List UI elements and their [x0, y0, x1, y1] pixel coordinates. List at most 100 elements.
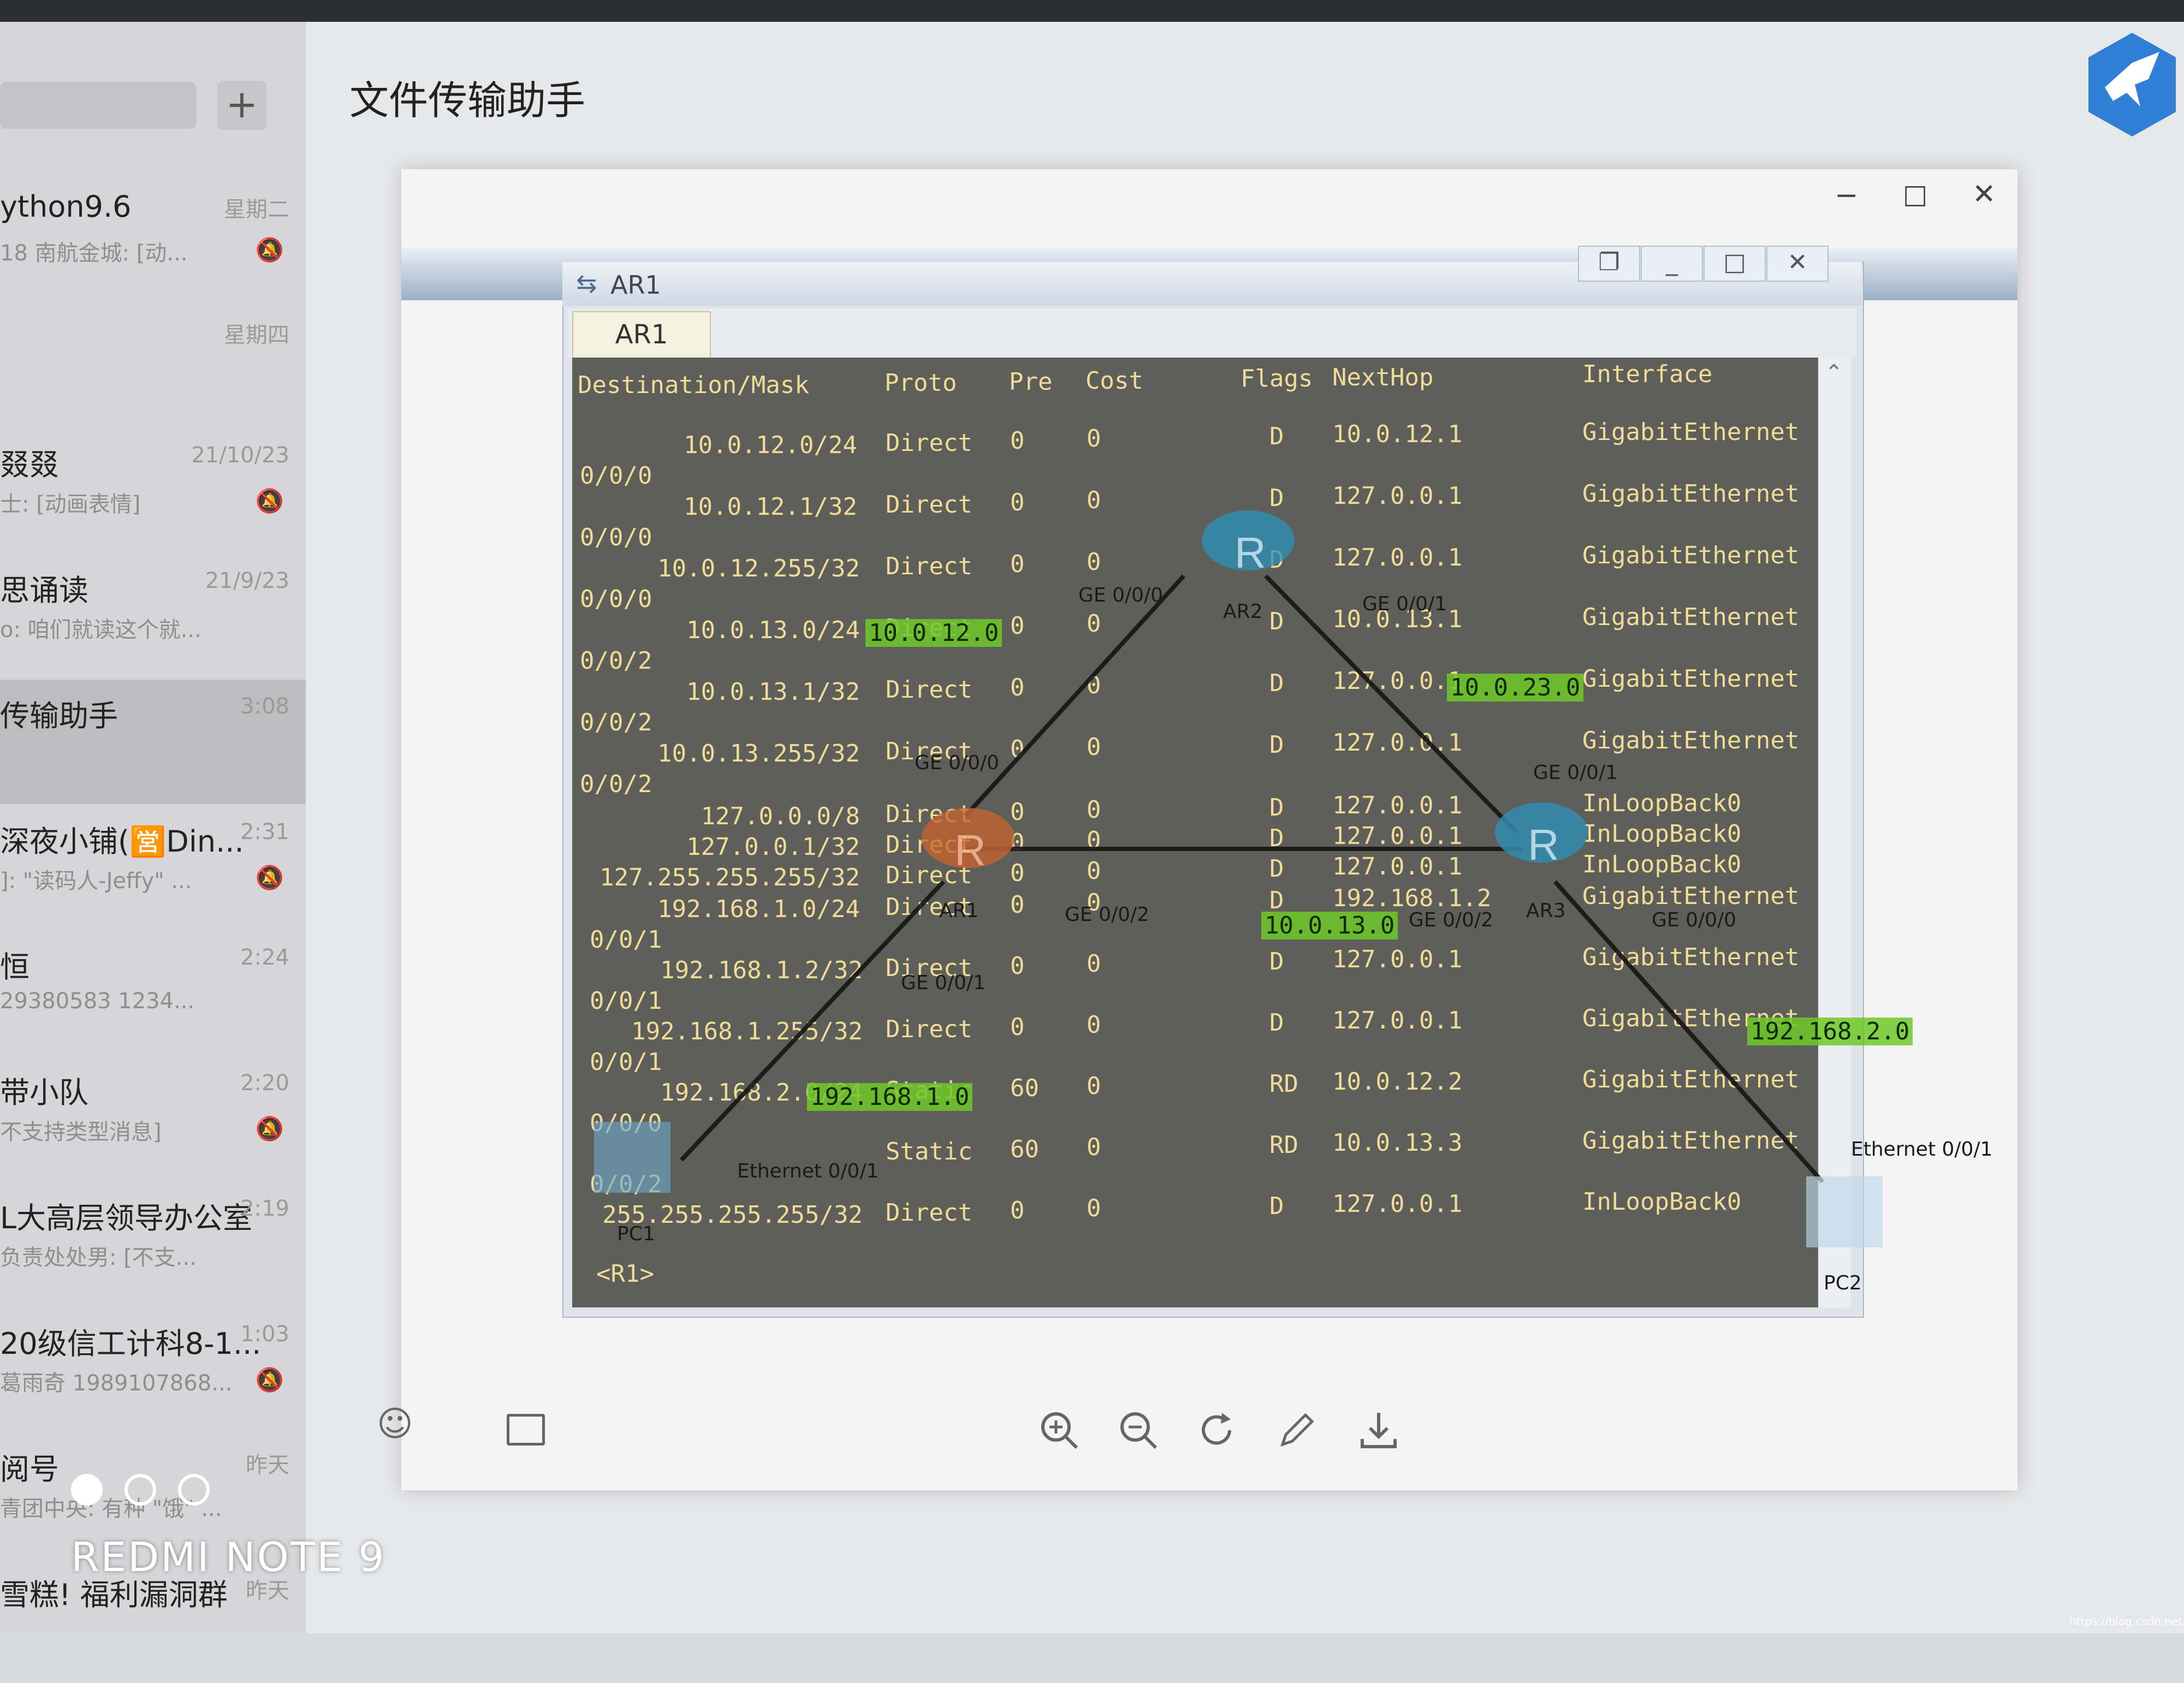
viewer-close-button[interactable]: ✕	[1972, 178, 1996, 211]
app-logo-icon	[2088, 33, 2176, 136]
ar2-label: AR2	[1223, 600, 1263, 623]
chat-list-item[interactable]: 深夜小铺(🈺Din... 2:31]: "读码人-Jeffy" ... 🔕	[0, 805, 306, 930]
chat-time: 21/10/23	[191, 443, 289, 468]
mute-bell-icon: 🔕	[255, 864, 284, 891]
chat-time: 2:24	[240, 945, 289, 970]
chat-time: 星期四	[224, 323, 289, 348]
mute-bell-icon: 🔕	[255, 487, 284, 514]
terminal-icon: ⇆	[576, 269, 597, 298]
chat-list-item[interactable]: 传输助手 3:08	[0, 680, 306, 804]
ar1-label: AR1	[939, 900, 979, 922]
port-pc2-eth: Ethernet 0/0/1	[1851, 1138, 1993, 1161]
monitor-bezel	[0, 0, 2184, 22]
router-ar3-icon: R	[1495, 802, 1588, 869]
edit-icon[interactable]	[1275, 1408, 1319, 1452]
subnet-192-168-1-0: 192.168.1.0	[807, 1083, 973, 1111]
ar3-label: AR3	[1526, 900, 1566, 922]
download-icon[interactable]	[1357, 1408, 1400, 1452]
svg-text:R: R	[1528, 820, 1559, 869]
router-ar2-icon: R	[1202, 510, 1295, 577]
camera-watermark: REDMI NOTE 9	[71, 1534, 386, 1581]
chat-list-item[interactable]: ython9.6 星期二 18 南航金城: [动... 🔕	[0, 177, 306, 302]
port-ar1-right: GE 0/0/2	[1065, 903, 1150, 926]
mute-bell-icon: 🔕	[255, 236, 284, 263]
chat-time: 昨天	[246, 1453, 289, 1478]
cli-close-button[interactable]: ✕	[1766, 246, 1829, 282]
port-ar1-bottom: GE 0/0/1	[901, 972, 986, 994]
port-ar3-left: GE 0/0/2	[1409, 909, 1494, 931]
chat-time: 3:08	[240, 694, 289, 719]
viewer-maximize-button[interactable]: □	[1903, 179, 1927, 210]
port-ar1-top: GE 0/0/0	[915, 752, 1000, 774]
pc1-label: PC1	[617, 1223, 655, 1245]
subnet-10-0-13-0: 10.0.13.0	[1261, 912, 1398, 939]
cli-maximize-button[interactable]: □	[1704, 246, 1766, 282]
link-ar1-pc1	[680, 880, 945, 1162]
chat-preview: 29380583 1234...	[0, 989, 195, 1014]
viewer-minimize-button[interactable]: −	[1835, 179, 1859, 212]
chat-list-item[interactable]: 星期四	[0, 303, 306, 427]
emoji-icon[interactable]: ☺	[377, 1404, 413, 1444]
source-credit: https://blog.csdn.net/asl404	[2069, 1615, 2184, 1628]
chat-time: 1:03	[240, 1322, 289, 1347]
pc1-icon	[594, 1122, 670, 1193]
search-input[interactable]	[0, 82, 197, 129]
chat-preview: o: 咱们就读这个就...	[0, 617, 201, 643]
zoom-out-icon[interactable]	[1117, 1408, 1160, 1452]
chat-name: 叕叕	[0, 448, 59, 482]
chat-list-item[interactable]: 20级信工计科8-1... 1:03 葛雨奇 1989107868... 🔕	[0, 1307, 306, 1432]
chat-name: 恒	[0, 950, 29, 984]
chat-list-item[interactable]: L大高层领导办公室 2:19 负责处处男: [不支...	[0, 1182, 306, 1306]
screenshot-icon[interactable]	[507, 1414, 545, 1446]
chat-preview: 士: [动画表情]	[0, 492, 141, 517]
chat-time: 2:31	[240, 819, 289, 845]
camera-dots	[71, 1474, 232, 1508]
link-ar2-ar1	[964, 574, 1185, 818]
pc2-label: PC2	[1824, 1272, 1862, 1294]
chat-preview: ]: "读码人-Jeffy" ...	[0, 869, 192, 894]
pc2-icon	[1806, 1176, 1883, 1247]
chat-time: 2:19	[240, 1196, 289, 1221]
chat-list-item[interactable]: 思诵读 21/9/23 o: 咱们就读这个就...	[0, 554, 306, 679]
mute-bell-icon: 🔕	[255, 1115, 284, 1142]
cli-minimize-button[interactable]: _	[1641, 246, 1703, 282]
port-ar2-right: GE 0/0/1	[1362, 593, 1447, 615]
cli-tab-bar	[568, 308, 1856, 358]
subnet-10-0-12-0: 10.0.12.0	[865, 619, 1002, 647]
chat-name: L大高层领导办公室	[0, 1201, 253, 1235]
chat-time: 21/9/23	[205, 568, 289, 593]
rotate-icon[interactable]	[1196, 1408, 1239, 1452]
tab-ar1[interactable]: AR1	[572, 311, 711, 360]
svg-text:R: R	[1235, 528, 1266, 577]
camera-dot-icon	[124, 1474, 156, 1506]
chat-name: 传输助手	[0, 699, 118, 733]
zoom-in-icon[interactable]	[1037, 1408, 1081, 1452]
chat-list-item[interactable]: 叕叕 21/10/23 士: [动画表情] 🔕	[0, 429, 306, 553]
new-chat-button[interactable]: +	[217, 81, 266, 130]
camera-dot-icon	[71, 1474, 103, 1506]
cli-restore-button[interactable]: ❐	[1578, 246, 1640, 282]
svg-text:R: R	[954, 826, 986, 875]
port-ar3-top: GE 0/0/1	[1533, 762, 1618, 784]
chat-preview: 18 南航金城: [动...	[0, 241, 188, 266]
chat-name: ython9.6	[0, 189, 132, 224]
port-ar2-left: GE 0/0/0	[1078, 584, 1164, 606]
router-ar1-icon: R	[922, 808, 1014, 875]
chat-time: 2:20	[240, 1071, 289, 1096]
camera-dot-icon	[178, 1474, 210, 1506]
chat-time: 星期二	[224, 197, 289, 222]
chat-list-item[interactable]: 带小队 2:20 不支持类型消息] 🔕	[0, 1056, 306, 1181]
chat-name: 阅号	[0, 1452, 59, 1486]
chat-list-item[interactable]: 恒 2:24 29380583 1234...	[0, 931, 306, 1055]
subnet-192-168-2-0: 192.168.2.0	[1747, 1018, 1913, 1045]
port-ar3-bottom: GE 0/0/0	[1652, 909, 1737, 931]
chat-name: 带小队	[0, 1075, 88, 1110]
cli-window-title: AR1	[610, 270, 661, 300]
port-pc1-eth: Ethernet 0/0/1	[737, 1160, 879, 1182]
chat-title: 文件传输助手	[349, 78, 586, 123]
chat-name: 思诵读	[0, 573, 88, 608]
chat-preview: 不支持类型消息]	[0, 1120, 162, 1145]
mute-bell-icon: 🔕	[255, 1366, 284, 1393]
chat-preview: 负责处处男: [不支...	[0, 1245, 197, 1270]
chat-preview: 葛雨奇 1989107868...	[0, 1371, 233, 1396]
